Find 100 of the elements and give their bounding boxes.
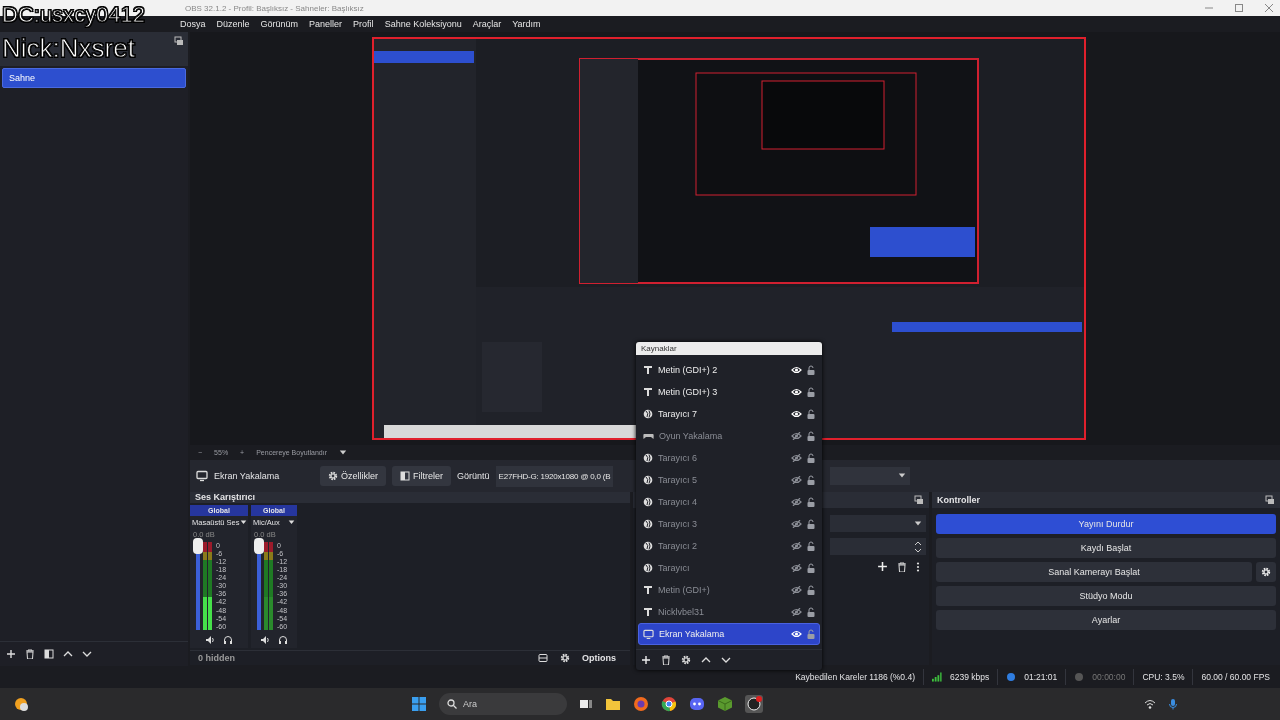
speaker-icon[interactable] [260, 634, 270, 645]
options-button[interactable]: Options [582, 652, 616, 663]
scene-item[interactable]: Sahne [2, 68, 186, 88]
float-icon[interactable] [914, 495, 924, 505]
layout-icon[interactable] [538, 652, 548, 663]
browser-icon[interactable] [661, 696, 677, 712]
lock-icon[interactable] [807, 364, 815, 375]
lock-icon[interactable] [807, 430, 815, 441]
lock-icon[interactable] [807, 496, 815, 507]
start-icon[interactable] [411, 696, 427, 712]
menu-item[interactable]: Yardım [512, 19, 541, 29]
weather-icon[interactable] [12, 695, 30, 713]
network-icon[interactable] [1144, 698, 1156, 710]
eye-hidden-icon[interactable] [791, 475, 802, 484]
menu-item[interactable]: Sahne Koleksiyonu [384, 19, 462, 29]
display-dropdown[interactable]: E27FHD-G: 1920x1080 @ 0,0 (B [495, 465, 614, 487]
eye-hidden-icon[interactable] [791, 519, 802, 528]
source-item[interactable]: Tarayıcı 2 [638, 534, 820, 557]
menu-item[interactable]: Dosya [180, 19, 206, 29]
lock-icon[interactable] [807, 518, 815, 529]
lock-icon[interactable] [807, 606, 815, 617]
add-icon[interactable] [877, 561, 888, 572]
caret-icon[interactable] [288, 518, 295, 526]
eye-hidden-icon[interactable] [791, 607, 802, 616]
eye-hidden-icon[interactable] [791, 585, 802, 594]
lock-icon[interactable] [807, 452, 815, 463]
source-item[interactable]: Oyun Yakalama [638, 424, 820, 447]
menu-item[interactable]: Profil [353, 19, 374, 29]
cube-icon[interactable] [717, 696, 733, 712]
filters-button[interactable]: Filtreler [392, 466, 452, 486]
float-icon[interactable] [174, 36, 184, 46]
lock-icon[interactable] [807, 540, 815, 551]
dock-title: Kontroller [937, 495, 980, 505]
settings-button[interactable] [1256, 562, 1276, 582]
menu-item[interactable]: Paneller [309, 19, 343, 29]
caret-icon[interactable] [339, 448, 348, 457]
control-button[interactable]: Yayını Durdur [936, 514, 1276, 534]
maximize-icon[interactable] [1234, 3, 1244, 13]
lock-icon[interactable] [807, 474, 815, 485]
folder-icon[interactable] [605, 697, 621, 711]
source-item[interactable]: Ekran Yakalama [638, 622, 820, 645]
text-source-icon [643, 606, 653, 617]
lock-icon[interactable] [807, 562, 815, 573]
eye-icon[interactable] [791, 409, 802, 418]
caret-icon [898, 472, 906, 480]
trash-icon[interactable] [897, 561, 907, 572]
more-icon[interactable] [916, 561, 920, 572]
source-item[interactable]: Tarayıcı 7 [638, 402, 820, 425]
eye-hidden-icon[interactable] [791, 497, 802, 506]
up-icon[interactable] [63, 649, 73, 659]
trash-icon[interactable] [661, 654, 671, 665]
source-item[interactable]: Tarayıcı 4 [638, 490, 820, 513]
source-item[interactable]: Metin (GDI+) [638, 578, 820, 601]
control-button[interactable]: Ayarlar [936, 610, 1276, 630]
volume-slider[interactable] [196, 541, 200, 630]
gear-icon[interactable] [681, 654, 691, 665]
lock-icon[interactable] [807, 386, 815, 397]
source-item[interactable]: Tarayıcı 5 [638, 468, 820, 491]
eye-icon[interactable] [791, 365, 802, 374]
lock-icon[interactable] [807, 628, 815, 639]
lock-icon[interactable] [807, 408, 815, 419]
eye-icon[interactable] [791, 387, 802, 396]
eye-hidden-icon[interactable] [791, 563, 802, 572]
source-item[interactable]: Tarayıcı [638, 556, 820, 579]
lock-icon[interactable] [807, 584, 815, 595]
speaker-icon[interactable] [205, 634, 215, 645]
headphones-icon[interactable] [223, 634, 233, 645]
chat-app-icon[interactable] [689, 696, 705, 712]
eye-hidden-icon[interactable] [791, 541, 802, 550]
eye-hidden-icon[interactable] [791, 453, 802, 462]
control-button[interactable]: Kaydı Başlat [936, 538, 1276, 558]
caret-icon[interactable] [239, 518, 247, 526]
eye-icon[interactable] [791, 629, 802, 638]
filter-icon[interactable] [44, 649, 54, 659]
menu-item[interactable]: Görünüm [260, 19, 299, 29]
eye-hidden-icon[interactable] [791, 431, 802, 440]
signal-icon [932, 672, 942, 682]
source-item[interactable]: Tarayıcı 6 [638, 446, 820, 469]
task-view-icon[interactable] [579, 697, 593, 711]
trash-icon[interactable] [25, 649, 35, 659]
search-field[interactable]: Ara [439, 693, 567, 715]
headphones-icon[interactable] [278, 634, 288, 645]
source-item[interactable]: Metin (GDI+) 3 [638, 380, 820, 403]
control-button[interactable]: Stüdyo Modu [936, 586, 1276, 606]
recorder-icon[interactable] [745, 695, 763, 713]
float-icon[interactable] [1265, 495, 1275, 505]
menu-item[interactable]: Düzenle [216, 19, 250, 29]
properties-button[interactable]: Özellikler [320, 466, 386, 486]
microphone-icon[interactable] [1168, 698, 1178, 710]
source-item[interactable]: Tarayıcı 3 [638, 512, 820, 535]
volume-slider[interactable] [257, 541, 261, 630]
close-icon[interactable] [1264, 3, 1274, 13]
add-icon[interactable] [641, 654, 651, 665]
add-icon[interactable] [6, 649, 16, 659]
gear-icon[interactable] [560, 652, 570, 663]
menu-item[interactable]: Araçlar [472, 19, 502, 29]
down-icon[interactable] [82, 649, 92, 659]
control-button[interactable]: Sanal Kamerayı Başlat [936, 562, 1252, 582]
source-item[interactable]: Nicklvbel31 [638, 600, 820, 623]
source-item[interactable]: Metin (GDI+) 2 [638, 358, 820, 381]
